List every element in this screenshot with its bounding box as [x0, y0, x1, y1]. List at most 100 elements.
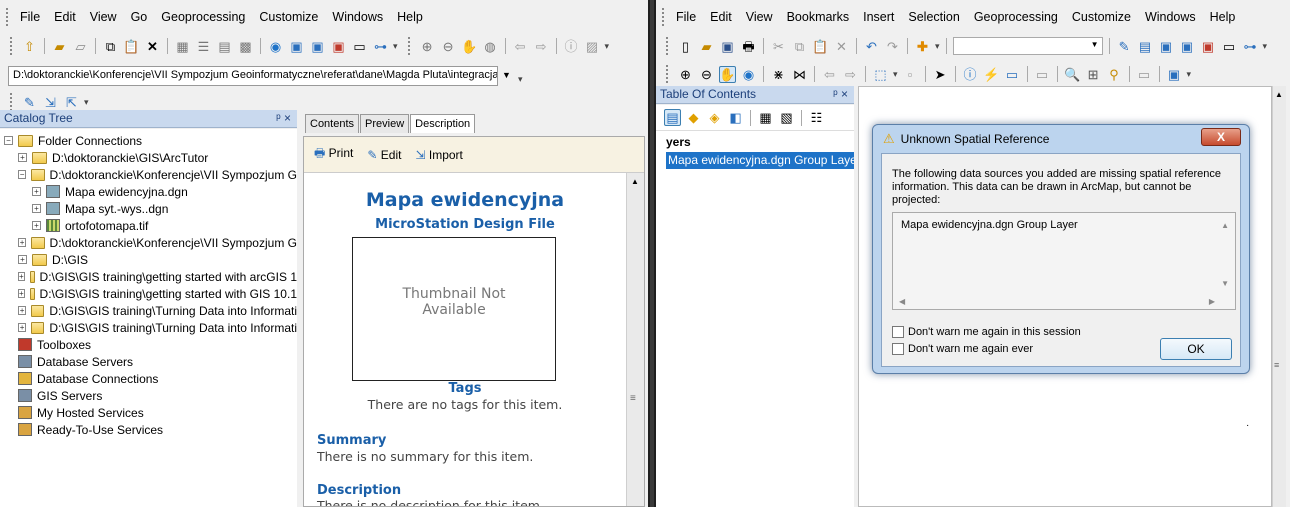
- dropdown-arrow-icon[interactable]: ▼: [1091, 40, 1099, 49]
- go-to-xy-icon[interactable]: ⚲: [1106, 66, 1123, 83]
- checkbox-box[interactable]: [892, 343, 904, 356]
- menu-help[interactable]: Help: [1203, 10, 1243, 24]
- disconnect-folder-icon[interactable]: ▱: [72, 38, 89, 55]
- toc-properties-icon[interactable]: ☷: [808, 109, 825, 126]
- toolbar-grip[interactable]: [666, 65, 669, 83]
- zoom-out-icon[interactable]: ⊖: [440, 38, 457, 55]
- toolbar-grip[interactable]: [10, 37, 13, 55]
- editor-toolbar-icon[interactable]: ✎: [1116, 38, 1133, 55]
- fixed-zoom-in-icon[interactable]: ⋇: [770, 66, 787, 83]
- menu-customize[interactable]: Customize: [1065, 10, 1138, 24]
- undo-icon[interactable]: ↶: [863, 38, 880, 55]
- large-icons-icon[interactable]: ▦: [174, 38, 191, 55]
- scroll-up-icon[interactable]: ▲: [1275, 90, 1283, 99]
- time-slider-icon[interactable]: ▭: [1136, 66, 1153, 83]
- session-warning-checkbox[interactable]: Don't warn me again in this session: [892, 326, 1081, 339]
- list-by-drawing-order-icon[interactable]: ▤: [664, 109, 681, 126]
- description-scrollbar[interactable]: ▲ ≡: [626, 173, 644, 506]
- expand-icon[interactable]: +: [32, 221, 41, 230]
- list-scroll-up-icon[interactable]: ▲: [1221, 221, 1229, 230]
- back-extent-icon[interactable]: ⇦: [821, 66, 838, 83]
- find-icon[interactable]: 🔍: [1064, 66, 1081, 83]
- find-route-icon[interactable]: ⊞: [1085, 66, 1102, 83]
- export-metadata-icon[interactable]: ⇱: [63, 94, 80, 111]
- import-metadata-icon[interactable]: ⇲: [42, 94, 59, 111]
- tree-node[interactable]: + D:\GIS\GIS training\getting started wit…: [4, 285, 297, 302]
- toolbar-overflow-icon[interactable]: ▾: [1187, 69, 1192, 80]
- arctoolbox-icon[interactable]: ▣: [1200, 38, 1217, 55]
- full-extent-icon[interactable]: ◍: [482, 38, 499, 55]
- edit-button[interactable]: ✎ Edit: [367, 148, 401, 162]
- up-one-level-icon[interactable]: ⇧: [21, 38, 38, 55]
- list-by-source-icon[interactable]: ◆: [685, 109, 702, 126]
- tree-node[interactable]: + D:\GIS\GIS training\Turning Data into I…: [4, 302, 297, 319]
- tab-contents[interactable]: Contents: [305, 114, 360, 133]
- delete-icon[interactable]: ✕: [144, 38, 161, 55]
- zoom-out-icon[interactable]: ⊖: [698, 66, 715, 83]
- select-features-icon[interactable]: ⬚: [872, 66, 889, 83]
- expand-icon[interactable]: +: [18, 289, 25, 298]
- tree-node[interactable]: + D:\doktoranckie\Konferencje\VII Sympozj…: [4, 234, 297, 251]
- ever-warning-checkbox[interactable]: Don't warn me again ever: [892, 343, 1033, 356]
- tree-node[interactable]: My Hosted Services: [4, 404, 297, 421]
- print-button[interactable]: 🖶 Print: [314, 144, 353, 165]
- menu-selection[interactable]: Selection: [901, 10, 966, 24]
- menu-windows[interactable]: Windows: [1138, 10, 1203, 24]
- tree-node[interactable]: + D:\GIS\GIS training\Turning Data into I…: [4, 319, 297, 336]
- identify-icon[interactable]: ⓘ: [962, 66, 979, 83]
- cut-icon[interactable]: ✂: [770, 38, 787, 55]
- dialog-close-button[interactable]: X: [1201, 128, 1241, 146]
- measure-icon[interactable]: ▭: [1034, 66, 1051, 83]
- menu-customize[interactable]: Customize: [252, 10, 325, 24]
- search-window-icon[interactable]: ▣: [309, 38, 326, 55]
- tree-node[interactable]: − Folder Connections: [4, 132, 297, 149]
- scroll-grip-icon[interactable]: ≡: [630, 393, 636, 404]
- toolbar-overflow-icon[interactable]: ▾: [393, 41, 398, 52]
- import-button[interactable]: ⇲ Import: [415, 148, 462, 162]
- toolbar-grip[interactable]: [407, 37, 411, 55]
- paste-icon[interactable]: 📋: [123, 38, 140, 55]
- modelbuilder-icon[interactable]: ⊶: [372, 38, 389, 55]
- ok-button[interactable]: OK: [1160, 338, 1232, 360]
- delete-icon[interactable]: ✕: [833, 38, 850, 55]
- tree-node[interactable]: + ortofotomapa.tif: [4, 217, 297, 234]
- menu-windows[interactable]: Windows: [325, 10, 390, 24]
- zoom-in-icon[interactable]: ⊕: [677, 66, 694, 83]
- tree-node[interactable]: Database Servers: [4, 353, 297, 370]
- pin-close-icon[interactable]: ᵖ ×: [833, 87, 848, 101]
- modelbuilder-icon[interactable]: ⊶: [1242, 38, 1259, 55]
- tab-preview[interactable]: Preview: [360, 114, 410, 133]
- tree-node[interactable]: Toolboxes: [4, 336, 297, 353]
- tree-node[interactable]: + D:\doktoranckie\GIS\ArcTutor: [4, 149, 297, 166]
- menu-file[interactable]: File: [669, 10, 703, 24]
- expand-icon[interactable]: +: [18, 272, 25, 281]
- missing-sources-list[interactable]: Mapa ewidencyjna.dgn Group Layer ▲ ▼ ◀ ▶: [892, 212, 1236, 310]
- toc-layers-header[interactable]: yers: [666, 135, 691, 149]
- menu-go[interactable]: Go: [124, 10, 155, 24]
- tree-node[interactable]: + D:\GIS: [4, 251, 297, 268]
- list-scroll-down-icon[interactable]: ▼: [1221, 279, 1229, 288]
- expand-icon[interactable]: +: [18, 153, 27, 162]
- copy-icon[interactable]: ⧉: [791, 38, 808, 55]
- tree-node[interactable]: Ready-To-Use Services: [4, 421, 297, 438]
- catalog-window-icon[interactable]: ▣: [1158, 38, 1175, 55]
- select-dropdown-icon[interactable]: ▾: [893, 69, 898, 80]
- pin-close-icon[interactable]: ᵖ ×: [276, 111, 291, 125]
- tree-node[interactable]: + Mapa syt.-wys..dgn: [4, 200, 297, 217]
- tree-node[interactable]: Database Connections: [4, 370, 297, 387]
- fixed-zoom-out-icon[interactable]: ⋈: [791, 66, 808, 83]
- python-window-icon[interactable]: ▭: [351, 38, 368, 55]
- tree-node[interactable]: GIS Servers: [4, 387, 297, 404]
- list-by-selection-icon[interactable]: ◧: [727, 109, 744, 126]
- scroll-grip-icon[interactable]: ≡: [1274, 360, 1279, 370]
- add-data-icon[interactable]: ✚: [914, 38, 931, 55]
- checkbox-box[interactable]: [892, 326, 904, 339]
- hyperlink-icon[interactable]: ⚡: [983, 66, 1000, 83]
- toolbar-grip[interactable]: [10, 93, 13, 111]
- pan-icon[interactable]: ✋: [461, 38, 478, 55]
- tab-description[interactable]: Description: [410, 114, 476, 133]
- list-scroll-right-icon[interactable]: ▶: [1209, 297, 1215, 306]
- toolbar-overflow-icon[interactable]: ▾: [1263, 41, 1268, 52]
- tree-node[interactable]: + Mapa ewidencyjna.dgn: [4, 183, 297, 200]
- menu-geoprocessing[interactable]: Geoprocessing: [154, 10, 252, 24]
